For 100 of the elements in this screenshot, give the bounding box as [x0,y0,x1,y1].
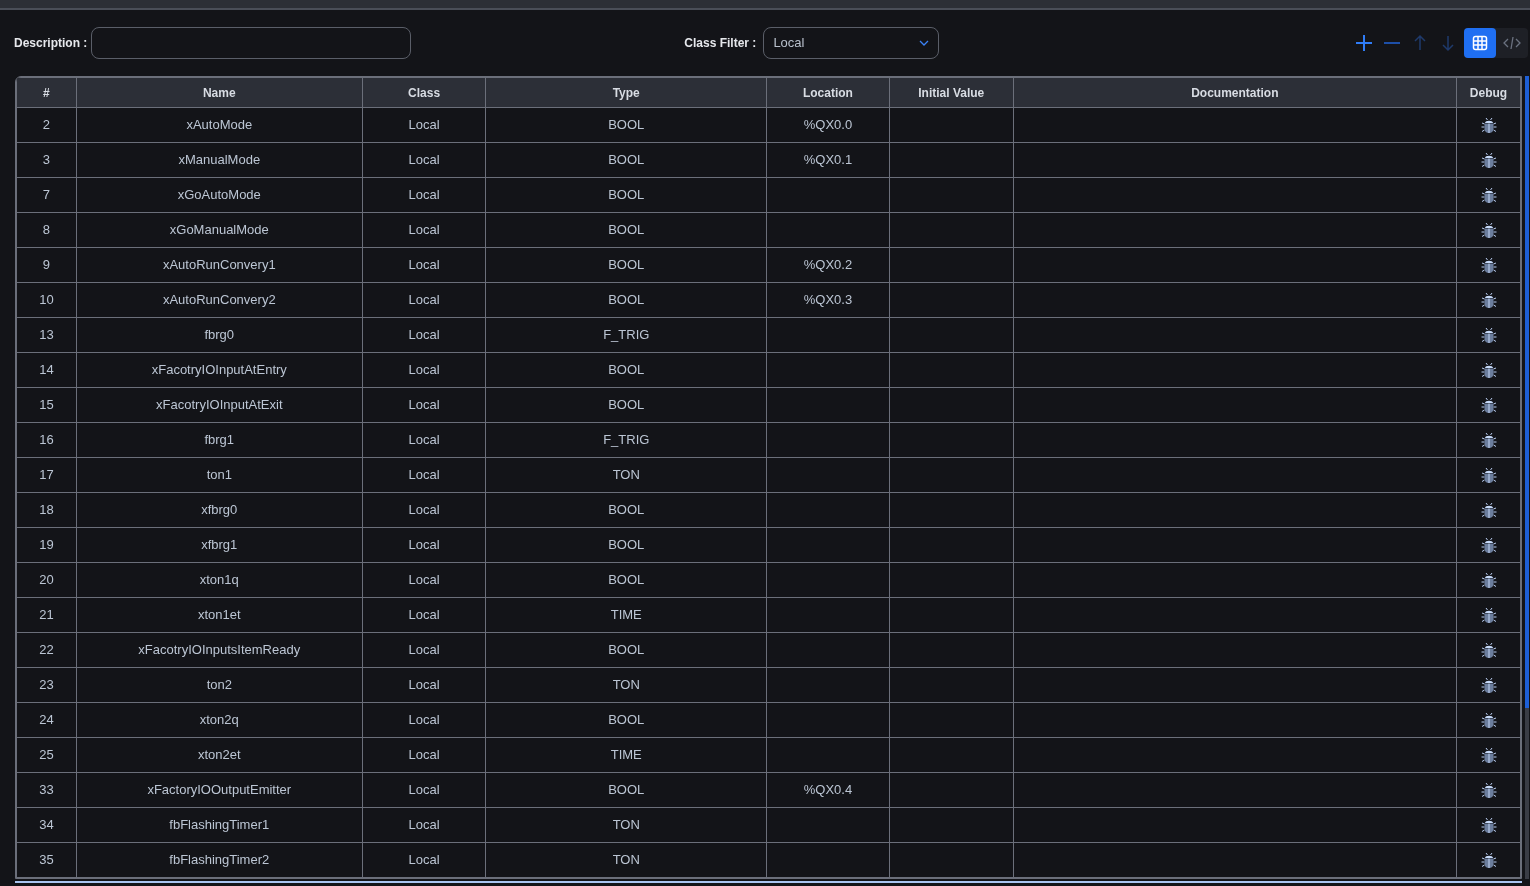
table-cell: Local [362,457,486,493]
table-cell: Local [362,247,486,283]
table-cell: fbFlashingTimer1 [76,807,363,843]
table-cell: Local [362,282,486,318]
table-cell: Local [362,632,486,668]
table-cell: xton1q [76,562,363,598]
table-cell: Local [362,142,486,178]
class-filter-dropdown[interactable]: Local [763,27,940,59]
table-cell: TIME [485,737,767,773]
table-cell: xGoManualMode [76,212,363,248]
table-cell: BOOL [485,247,767,283]
table-cell: Local [362,177,486,213]
add-icon [1355,34,1373,52]
table-cell: xAutoRunConvery1 [76,247,363,283]
table-cell: xAutoMode [76,107,363,143]
table-cell: 24 [16,702,77,738]
table-cell: Local [362,667,486,703]
table-cell: BOOL [485,142,767,178]
column-header: Debug [1456,77,1521,108]
table-cell: xManualMode [76,142,363,178]
table-cell: Local [362,772,486,808]
table-cell: 9 [16,247,77,283]
table-cell: TON [485,457,767,493]
arrow-down-icon [1439,34,1457,52]
table-cell: BOOL [485,492,767,528]
description-label: Description : [14,35,88,52]
table-cell: 3 [16,142,77,178]
table-cell: fbrg1 [76,422,363,458]
table-cell: xton2et [76,737,363,773]
table-cell: TON [485,807,767,843]
table-cell: 21 [16,597,77,633]
table-cell: Local [362,702,486,738]
table-cell: Local [362,387,486,423]
column-header: Location [766,77,890,108]
table-cell: 22 [16,632,77,668]
table-cell: Local [362,807,486,843]
table-cell: xton2q [76,702,363,738]
class-filter-label: Class Filter : [684,35,757,52]
table-cell: BOOL [485,527,767,563]
table-cell: Local [362,562,486,598]
table-cell: 17 [16,457,77,493]
table-cell: BOOL [485,562,767,598]
table-cell: 35 [16,842,77,878]
chevron-down-icon [919,40,930,46]
table-cell: xAutoRunConvery2 [76,282,363,318]
table-cell: %QX0.0 [766,107,890,143]
table-cell: 23 [16,667,77,703]
description-field[interactable] [91,27,412,59]
table-cell: xFacotryIOInputAtEntry [76,352,363,388]
table-cell: 19 [16,527,77,563]
table-cell: Local [362,352,486,388]
table-cell: ton2 [76,667,363,703]
table-cell: 33 [16,772,77,808]
table-cell: 13 [16,317,77,353]
table-cell: BOOL [485,212,767,248]
table-cell: xFacotryIOInputAtExit [76,387,363,423]
column-header: # [16,77,77,108]
column-header: Initial Value [889,77,1014,108]
scrollbar-thumb[interactable] [1525,76,1529,708]
table-cell: fbFlashingTimer2 [76,842,363,878]
column-header: Type [485,77,767,108]
table-cell: Local [362,107,486,143]
table-cell: 16 [16,422,77,458]
table-cell: Local [362,737,486,773]
table-cell: 15 [16,387,77,423]
table-cell: %QX0.3 [766,282,890,318]
table-cell: F_TRIG [485,422,767,458]
table-cell: Local [362,527,486,563]
table-cell: xfbrg1 [76,527,363,563]
table-cell: 14 [16,352,77,388]
table-cell: BOOL [485,107,767,143]
table-cell: F_TRIG [485,317,767,353]
table-cell: xGoAutoMode [76,177,363,213]
table-cell: BOOL [485,177,767,213]
table-cell: %QX0.1 [766,142,890,178]
table-cell: TON [485,667,767,703]
table-cell: 2 [16,107,77,143]
table-cell: BOOL [485,772,767,808]
table-cell: Local [362,317,486,353]
table-view-button[interactable] [1464,28,1496,58]
table-cell: BOOL [485,702,767,738]
table-cell: 7 [16,177,77,213]
table-cell: 34 [16,807,77,843]
table-cell: fbrg0 [76,317,363,353]
table-cell: 8 [16,212,77,248]
table-cell: BOOL [485,282,767,318]
table-cell: BOOL [485,352,767,388]
table-cell: BOOL [485,632,767,668]
table-cell: xton1et [76,597,363,633]
table-cell: 10 [16,282,77,318]
column-header: Documentation [1013,77,1457,108]
column-header: Class [362,77,486,108]
table-cell: 20 [16,562,77,598]
table-cell: Local [362,422,486,458]
table-cell: xFactoryIOOutputEmitter [76,772,363,808]
table-cell: %QX0.2 [766,247,890,283]
table-cell: TON [485,842,767,878]
table-cell: 18 [16,492,77,528]
table-icon [1472,35,1488,51]
table-cell: ton1 [76,457,363,493]
